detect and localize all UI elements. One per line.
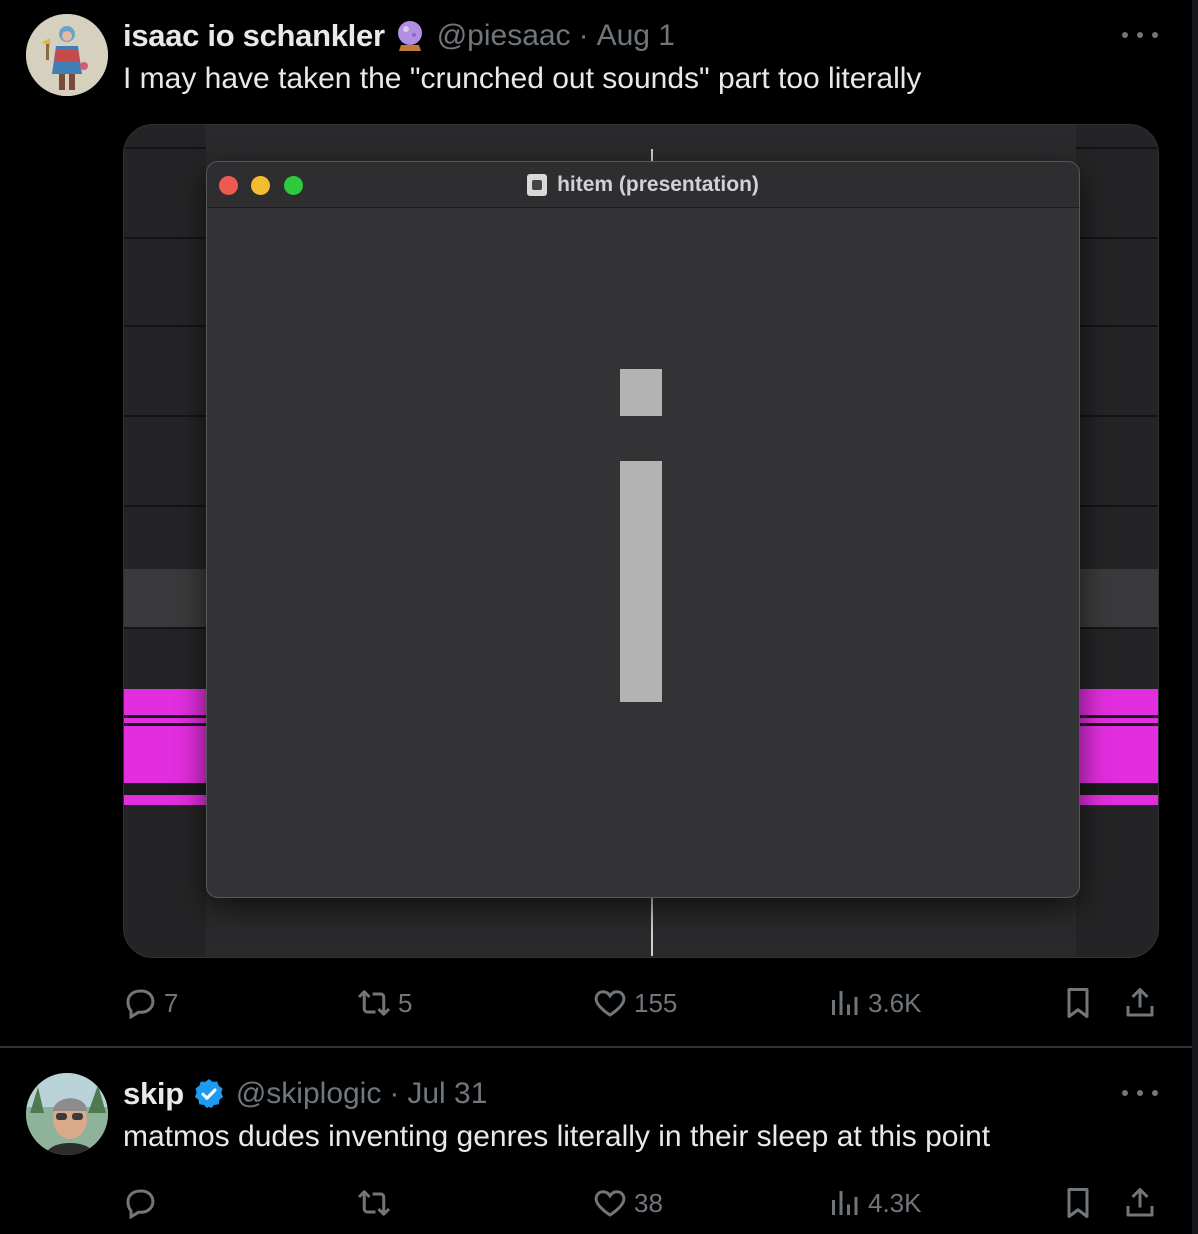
daw-track-strip-left: [124, 125, 206, 957]
views-button[interactable]: 4.3K: [826, 1178, 922, 1228]
playhead-line: [651, 898, 653, 956]
tweet-date[interactable]: Jul 31: [407, 1077, 487, 1111]
bookmark-button[interactable]: [1060, 1178, 1096, 1228]
share-button[interactable]: [1122, 1178, 1158, 1228]
retweet-button[interactable]: [356, 1178, 398, 1228]
tweet-actions: 38 4.3K: [0, 1178, 1198, 1228]
like-count: 155: [634, 987, 678, 1018]
window-titlebar: hitem (presentation): [207, 162, 1079, 208]
avatar-photo-image: [26, 1073, 108, 1155]
tweet-text: matmos dudes inventing genres literally …: [123, 1120, 991, 1153]
retweet-icon: [357, 990, 391, 1016]
bookmark-icon: [1067, 1188, 1089, 1218]
bookmark-icon: [1067, 988, 1089, 1018]
like-button[interactable]: 155: [592, 978, 677, 1028]
separator-dot: ·: [578, 19, 589, 52]
bookmark-button[interactable]: [1060, 978, 1096, 1028]
pixel-glyph-dot: [620, 369, 662, 416]
retweet-button[interactable]: 5: [356, 978, 412, 1028]
more-options-icon[interactable]: [1122, 28, 1158, 42]
reply-icon: [126, 989, 155, 1020]
separator-dot: ·: [389, 1077, 400, 1110]
share-button[interactable]: [1122, 978, 1158, 1028]
avatar[interactable]: [26, 14, 108, 96]
views-count: 4.3K: [868, 1187, 922, 1218]
app-window: hitem (presentation): [206, 161, 1080, 898]
share-icon: [1126, 1188, 1154, 1217]
crystal-ball-icon: [393, 19, 427, 53]
scrollbar-track[interactable]: [1192, 0, 1198, 1234]
like-button[interactable]: 38: [592, 1178, 663, 1228]
avatar-illustration-image: [26, 14, 108, 96]
tweet-actions: 7 5 155 3.6K: [0, 978, 1198, 1028]
reply-button[interactable]: 7: [122, 978, 178, 1028]
playhead-line: [651, 149, 653, 161]
tweet-header: isaac io schankler @piesaac · Aug 1: [123, 16, 675, 56]
daw-track-strip-right: [1076, 125, 1158, 957]
tweet[interactable]: skip @skiplogic · Jul 31 matmos dudes in…: [0, 1048, 1198, 1234]
author-handle[interactable]: @piesaac: [437, 19, 571, 53]
author-name[interactable]: isaac io schankler: [123, 18, 385, 54]
author-name[interactable]: skip: [123, 1076, 184, 1112]
reply-button[interactable]: [122, 1178, 164, 1228]
heart-icon: [594, 1190, 626, 1217]
views-button[interactable]: 3.6K: [826, 978, 922, 1028]
retweet-count: 5: [398, 987, 413, 1018]
reply-count: 7: [164, 987, 179, 1018]
share-icon: [1126, 988, 1154, 1017]
window-title: hitem (presentation): [557, 173, 759, 196]
tweet-media[interactable]: hitem (presentation): [123, 124, 1159, 958]
avatar[interactable]: [26, 1073, 108, 1155]
tweet-header: skip @skiplogic · Jul 31: [123, 1074, 487, 1114]
pixel-glyph-stem: [620, 461, 662, 702]
more-options-icon[interactable]: [1122, 1086, 1158, 1100]
reply-icon: [126, 1189, 155, 1220]
views-count: 3.6K: [868, 987, 922, 1018]
views-chart-icon: [832, 1191, 858, 1215]
tweet-text: I may have taken the "crunched out sound…: [123, 62, 922, 95]
heart-icon: [594, 990, 626, 1017]
tweet-date[interactable]: Aug 1: [597, 19, 675, 53]
author-handle[interactable]: @skiplogic: [236, 1077, 382, 1111]
tweet[interactable]: isaac io schankler @piesaac · Aug 1 I ma…: [0, 0, 1198, 1046]
document-icon: [527, 174, 548, 196]
views-chart-icon: [832, 991, 858, 1015]
retweet-icon: [357, 1190, 391, 1216]
like-count: 38: [634, 1187, 663, 1218]
verified-badge-icon: [192, 1077, 226, 1111]
